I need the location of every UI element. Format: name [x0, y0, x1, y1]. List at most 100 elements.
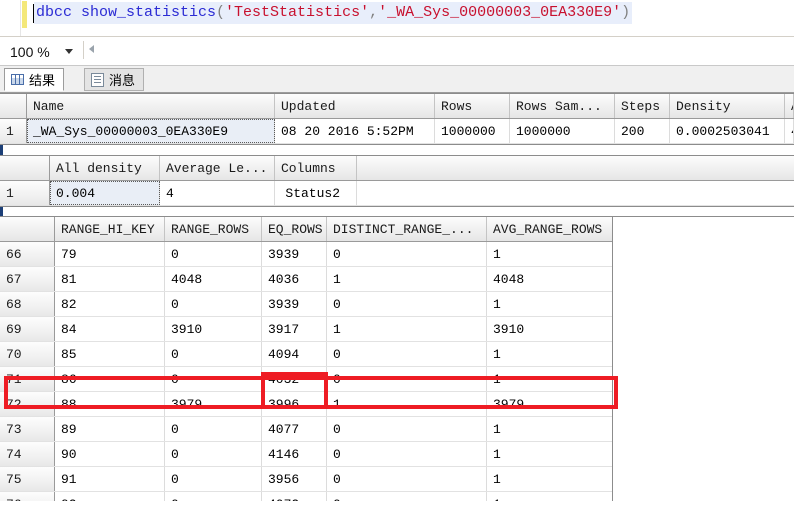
cell-distinct-range-rows[interactable]: 0 [327, 492, 487, 501]
cell-range-hi-key[interactable]: 91 [55, 467, 165, 491]
cell-avg-range-rows[interactable]: 1 [487, 242, 612, 266]
cell-range-hi-key[interactable]: 79 [55, 242, 165, 266]
cell-eq-rows[interactable]: 3939 [262, 242, 327, 266]
cell-range-hi-key[interactable]: 90 [55, 442, 165, 466]
table-row[interactable]: 71 86 0 4032 0 1 [0, 367, 612, 392]
zoom-level-combobox[interactable]: 100 % [6, 40, 80, 63]
table-row[interactable]: 72 88 3979 3996 1 3979 [0, 392, 612, 417]
cell-avg-range-rows[interactable]: 3979 [487, 392, 612, 416]
cell-eq-rows[interactable]: 4072 [262, 492, 327, 501]
cell-range-rows[interactable]: 4048 [165, 267, 262, 291]
column-header-columns[interactable]: Columns [275, 156, 357, 180]
cell-distinct-range-rows[interactable]: 0 [327, 367, 487, 391]
row-selector-header[interactable] [0, 94, 27, 118]
table-row[interactable]: 1 _WA_Sys_00000003_0EA330E9 08 20 2016 5… [0, 119, 794, 144]
cell-range-rows[interactable]: 0 [165, 442, 262, 466]
cell-distinct-range-rows[interactable]: 1 [327, 317, 487, 341]
cell-range-hi-key[interactable]: 85 [55, 342, 165, 366]
chevron-down-icon[interactable] [65, 49, 73, 54]
cell-rows[interactable]: 1000000 [435, 119, 510, 143]
row-index[interactable]: 75 [0, 467, 55, 491]
cell-avg-range-rows[interactable]: 1 [487, 292, 612, 316]
row-index[interactable]: 73 [0, 417, 55, 441]
cell-updated[interactable]: 08 20 2016 5:52PM [275, 119, 435, 143]
cell-avg-range-rows[interactable]: 3910 [487, 317, 612, 341]
table-row[interactable]: 75 91 0 3956 0 1 [0, 467, 612, 492]
cell-range-rows[interactable]: 0 [165, 467, 262, 491]
cell-average-key-length[interactable]: 4 [785, 119, 794, 143]
row-index[interactable]: 1 [0, 119, 27, 143]
cell-density[interactable]: 0.0002503041 [670, 119, 785, 143]
cell-eq-rows[interactable]: 3917 [262, 317, 327, 341]
cell-distinct-range-rows[interactable]: 0 [327, 467, 487, 491]
cell-distinct-range-rows[interactable]: 0 [327, 242, 487, 266]
column-header-name[interactable]: Name [27, 94, 275, 118]
sql-query-line[interactable]: dbcc show_statistics('TestStatistics','_… [34, 2, 633, 24]
cell-avg-range-rows[interactable]: 1 [487, 467, 612, 491]
tab-messages[interactable]: 消息 [84, 68, 145, 91]
cell-range-hi-key[interactable]: 82 [55, 292, 165, 316]
cell-avg-range-rows[interactable]: 1 [487, 367, 612, 391]
table-row[interactable]: 70 85 0 4094 0 1 [0, 342, 612, 367]
row-index[interactable]: 74 [0, 442, 55, 466]
cell-distinct-range-rows[interactable]: 1 [327, 392, 487, 416]
column-header-updated[interactable]: Updated [275, 94, 435, 118]
column-header-average-length[interactable]: Average Le... [160, 156, 275, 180]
histogram-grid[interactable]: RANGE_HI_KEY RANGE_ROWS EQ_ROWS DISTINCT… [0, 216, 794, 501]
row-index[interactable]: 71 [0, 367, 55, 391]
cell-range-rows[interactable]: 0 [165, 417, 262, 441]
row-index[interactable]: 1 [0, 181, 50, 205]
column-header-eq-rows[interactable]: EQ_ROWS [262, 217, 327, 241]
cell-distinct-range-rows[interactable]: 0 [327, 442, 487, 466]
cell-avg-range-rows[interactable]: 4048 [487, 267, 612, 291]
query-editor-pane[interactable]: dbcc show_statistics('TestStatistics','_… [0, 0, 794, 37]
table-row[interactable]: 74 90 0 4146 0 1 [0, 442, 612, 467]
cell-all-density[interactable]: 0.004 [50, 181, 160, 205]
row-index[interactable]: 72 [0, 392, 55, 416]
cell-avg-range-rows[interactable]: 1 [487, 442, 612, 466]
row-selector-header[interactable] [0, 156, 50, 180]
column-header-distinct-range-rows[interactable]: DISTINCT_RANGE_... [327, 217, 487, 241]
scroll-left-icon[interactable] [89, 45, 94, 53]
cell-range-rows[interactable]: 3910 [165, 317, 262, 341]
cell-range-hi-key[interactable]: 88 [55, 392, 165, 416]
cell-steps[interactable]: 200 [615, 119, 670, 143]
cell-range-hi-key[interactable]: 84 [55, 317, 165, 341]
table-row[interactable]: 67 81 4048 4036 1 4048 [0, 267, 612, 292]
row-index[interactable]: 66 [0, 242, 55, 266]
cell-eq-rows[interactable]: 3939 [262, 292, 327, 316]
cell-distinct-range-rows[interactable]: 0 [327, 292, 487, 316]
cell-average-length[interactable]: 4 [160, 181, 275, 205]
column-header-avg-range-rows[interactable]: AVG_RANGE_ROWS [487, 217, 612, 241]
cell-avg-range-rows[interactable]: 1 [487, 417, 612, 441]
column-header-rows[interactable]: Rows [435, 94, 510, 118]
table-row[interactable]: 1 0.004 4 Status2 [0, 181, 794, 206]
column-header-average-key-length[interactable]: A [785, 94, 794, 118]
cell-eq-rows[interactable]: 4036 [262, 267, 327, 291]
cell-rows-sampled[interactable]: 1000000 [510, 119, 615, 143]
density-vector-grid[interactable]: All density Average Le... Columns 1 0.00… [0, 155, 794, 207]
editor-selection-margin[interactable] [0, 0, 21, 36]
table-row[interactable]: 69 84 3910 3917 1 3910 [0, 317, 612, 342]
column-header-all-density[interactable]: All density [50, 156, 160, 180]
row-index[interactable]: 67 [0, 267, 55, 291]
cell-range-rows[interactable]: 0 [165, 367, 262, 391]
column-header-range-rows[interactable]: RANGE_ROWS [165, 217, 262, 241]
column-header-range-hi-key[interactable]: RANGE_HI_KEY [55, 217, 165, 241]
cell-eq-rows[interactable]: 4146 [262, 442, 327, 466]
cell-range-hi-key[interactable]: 92 [55, 492, 165, 501]
cell-range-rows[interactable]: 0 [165, 242, 262, 266]
tab-results[interactable]: 结果 [4, 68, 65, 91]
row-selector-header[interactable] [0, 217, 55, 241]
row-index[interactable]: 69 [0, 317, 55, 341]
cell-eq-rows[interactable]: 3996 [262, 392, 327, 416]
cell-avg-range-rows[interactable]: 1 [487, 342, 612, 366]
table-row[interactable]: 76920407201 [0, 492, 612, 501]
statistics-header-grid[interactable]: Name Updated Rows Rows Sam... Steps Dens… [0, 93, 794, 145]
row-index[interactable]: 70 [0, 342, 55, 366]
column-header-density[interactable]: Density [670, 94, 785, 118]
cell-avg-range-rows[interactable]: 1 [487, 492, 612, 502]
cell-columns[interactable]: Status2 [275, 181, 357, 205]
table-row[interactable]: 68 82 0 3939 0 1 [0, 292, 612, 317]
cell-distinct-range-rows[interactable]: 0 [327, 342, 487, 366]
